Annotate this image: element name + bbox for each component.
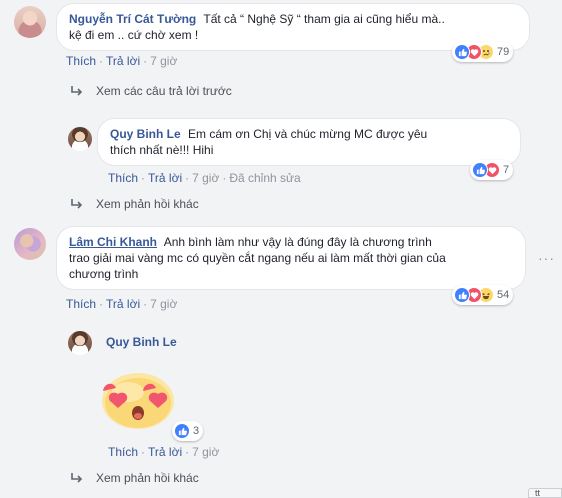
like-button[interactable]: Thích	[66, 297, 96, 311]
timestamp[interactable]: 7 giờ	[192, 171, 219, 185]
edited-label[interactable]: Đã chỉnh sửa	[229, 171, 300, 185]
avatar[interactable]	[14, 228, 46, 260]
reply-arrow-icon	[71, 199, 83, 209]
reaction-count: 79	[497, 46, 510, 58]
avatar[interactable]	[68, 331, 92, 355]
comment-text: Anh bình làm như vậy là đúng đây là chươ…	[163, 235, 432, 249]
comment-author[interactable]: Lâm Chi Khanh	[69, 235, 157, 249]
reply-button[interactable]: Trả lời	[148, 171, 182, 185]
reply-actions: Thích · Trả lời · 7 giờ	[108, 445, 220, 459]
reply-bubble: Quy Binh Le Em cám ơn Chị và chúc mừng M…	[97, 118, 521, 166]
avatar[interactable]	[14, 6, 46, 38]
like-button[interactable]: Thích	[108, 445, 138, 459]
view-previous-replies-link[interactable]: Xem các câu trả lời trước	[70, 84, 232, 98]
reaction-summary[interactable]: 7	[470, 160, 514, 180]
reply-button[interactable]: Trả lời	[106, 54, 140, 68]
reaction-summary[interactable]: 79	[452, 42, 514, 62]
comment-bubble: Lâm Chi Khanh Anh bình làm như vậy là đú…	[56, 226, 526, 290]
view-more-replies-link[interactable]: Xem phản hồi khác	[70, 197, 199, 211]
like-icon	[472, 162, 488, 178]
reply-text: thích nhất nè!!! Hihi	[110, 143, 214, 157]
timestamp[interactable]: 7 giờ	[150, 54, 177, 68]
comment-text: trao giải mai vàng mc có quyền cắt ngang…	[69, 251, 446, 265]
avatar[interactable]	[68, 127, 92, 151]
more-options-icon[interactable]: ···	[538, 250, 555, 266]
comment-text: chương trình	[69, 267, 139, 281]
timestamp[interactable]: 7 giờ	[150, 297, 177, 311]
reply-button[interactable]: Trả lời	[106, 297, 140, 311]
reply-author[interactable]: Quy Binh Le	[106, 335, 177, 349]
like-icon	[174, 423, 190, 439]
like-button[interactable]: Thích	[66, 54, 96, 68]
like-icon	[454, 287, 470, 303]
comment-author[interactable]: Nguyễn Trí Cát Tường	[69, 12, 196, 26]
reply-author[interactable]: Quy Binh Le	[110, 127, 181, 141]
view-previous-replies-label: Xem các câu trả lời trước	[96, 84, 232, 98]
view-more-replies-link[interactable]: Xem phản hồi khác	[70, 471, 199, 485]
comment-actions: Thích · Trả lời · 7 giờ	[66, 297, 178, 311]
reply-button[interactable]: Trả lời	[148, 445, 182, 459]
comment-text: kệ đi em .. cứ chờ xem !	[69, 28, 199, 42]
reaction-summary[interactable]: 54	[452, 285, 514, 305]
view-more-replies-label: Xem phản hồi khác	[96, 197, 199, 211]
reaction-summary[interactable]: 3	[172, 421, 204, 441]
comment-text: Tất cả “ Nghệ Sỹ “ tham gia ai cũng hiểu…	[203, 12, 445, 26]
like-button[interactable]: Thích	[108, 171, 138, 185]
view-more-replies-label: Xem phản hồi khác	[96, 471, 199, 485]
reaction-count: 54	[497, 289, 510, 301]
reaction-count: 3	[193, 425, 200, 437]
corner-badge[interactable]: tt	[528, 488, 562, 498]
heart-eyes-sticker	[102, 373, 174, 429]
reply-text: Em cám ơn Chị và chúc mừng MC được yêu	[188, 127, 428, 141]
reaction-count: 7	[503, 164, 510, 176]
reply-arrow-icon	[71, 473, 83, 483]
comment-actions: Thích · Trả lời · 7 giờ	[66, 54, 178, 68]
like-icon	[454, 44, 470, 60]
reply-arrow-icon	[71, 86, 83, 96]
reply-actions: Thích · Trả lời · 7 giờ · Đã chỉnh sửa	[108, 171, 301, 185]
timestamp[interactable]: 7 giờ	[192, 445, 219, 459]
